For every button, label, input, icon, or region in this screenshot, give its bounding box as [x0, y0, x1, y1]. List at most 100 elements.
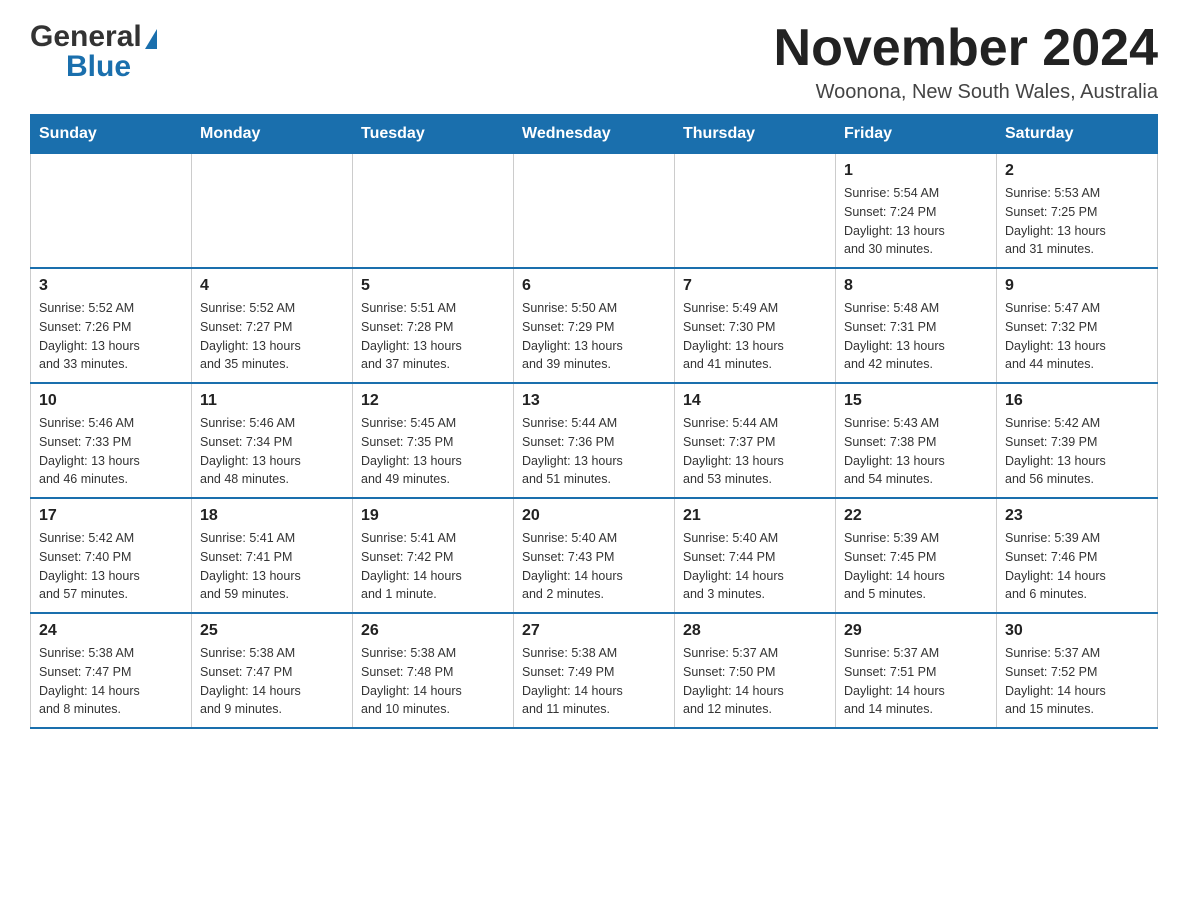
calendar-cell: 20 Sunrise: 5:40 AMSunset: 7:43 PMDayligh… — [514, 498, 675, 613]
day-info: Sunrise: 5:54 AMSunset: 7:24 PMDaylight:… — [844, 184, 988, 259]
day-number: 20 — [522, 507, 666, 525]
calendar-cell: 5 Sunrise: 5:51 AMSunset: 7:28 PMDaylight… — [353, 268, 514, 383]
calendar-week-4: 17 Sunrise: 5:42 AMSunset: 7:40 PMDayligh… — [31, 498, 1158, 613]
calendar-cell: 9 Sunrise: 5:47 AMSunset: 7:32 PMDaylight… — [997, 268, 1158, 383]
day-info: Sunrise: 5:52 AMSunset: 7:27 PMDaylight:… — [200, 299, 344, 374]
calendar-cell: 28 Sunrise: 5:37 AMSunset: 7:50 PMDayligh… — [675, 613, 836, 728]
day-number: 9 — [1005, 277, 1149, 295]
calendar-cell: 21 Sunrise: 5:40 AMSunset: 7:44 PMDayligh… — [675, 498, 836, 613]
calendar-cell: 17 Sunrise: 5:42 AMSunset: 7:40 PMDayligh… — [31, 498, 192, 613]
main-title: November 2024 — [774, 20, 1158, 77]
day-info: Sunrise: 5:37 AMSunset: 7:51 PMDaylight:… — [844, 644, 988, 719]
day-number: 5 — [361, 277, 505, 295]
day-number: 3 — [39, 277, 183, 295]
day-info: Sunrise: 5:38 AMSunset: 7:47 PMDaylight:… — [200, 644, 344, 719]
calendar-cell: 23 Sunrise: 5:39 AMSunset: 7:46 PMDayligh… — [997, 498, 1158, 613]
day-number: 30 — [1005, 622, 1149, 640]
logo-blue-text: Blue — [66, 50, 131, 84]
calendar-cell: 24 Sunrise: 5:38 AMSunset: 7:47 PMDayligh… — [31, 613, 192, 728]
day-number: 28 — [683, 622, 827, 640]
calendar-cell — [353, 154, 514, 269]
day-number: 26 — [361, 622, 505, 640]
calendar-cell: 27 Sunrise: 5:38 AMSunset: 7:49 PMDayligh… — [514, 613, 675, 728]
day-number: 29 — [844, 622, 988, 640]
day-info: Sunrise: 5:38 AMSunset: 7:47 PMDaylight:… — [39, 644, 183, 719]
day-info: Sunrise: 5:37 AMSunset: 7:50 PMDaylight:… — [683, 644, 827, 719]
day-number: 8 — [844, 277, 988, 295]
day-info: Sunrise: 5:40 AMSunset: 7:43 PMDaylight:… — [522, 529, 666, 604]
calendar-week-3: 10Sunrise: 5:46 AMSunset: 7:33 PMDayligh… — [31, 383, 1158, 498]
calendar-cell: 8 Sunrise: 5:48 AMSunset: 7:31 PMDaylight… — [836, 268, 997, 383]
calendar-cell: 2 Sunrise: 5:53 AMSunset: 7:25 PMDaylight… — [997, 154, 1158, 269]
day-info: Sunrise: 5:53 AMSunset: 7:25 PMDaylight:… — [1005, 184, 1149, 259]
day-number: 11 — [200, 392, 344, 410]
calendar-header: SundayMondayTuesdayWednesdayThursdayFrid… — [31, 115, 1158, 154]
calendar-cell — [192, 154, 353, 269]
day-info: Sunrise: 5:41 AMSunset: 7:42 PMDaylight:… — [361, 529, 505, 604]
calendar-cell: 13 Sunrise: 5:44 AMSunset: 7:36 PMDayligh… — [514, 383, 675, 498]
day-info: Sunrise: 5:38 AMSunset: 7:48 PMDaylight:… — [361, 644, 505, 719]
calendar-cell: 16Sunrise: 5:42 AMSunset: 7:39 PMDayligh… — [997, 383, 1158, 498]
calendar-cell: 6 Sunrise: 5:50 AMSunset: 7:29 PMDaylight… — [514, 268, 675, 383]
day-info: Sunrise: 5:51 AMSunset: 7:28 PMDaylight:… — [361, 299, 505, 374]
day-number: 21 — [683, 507, 827, 525]
calendar-cell: 30 Sunrise: 5:37 AMSunset: 7:52 PMDayligh… — [997, 613, 1158, 728]
day-header-friday: Friday — [836, 115, 997, 154]
day-number: 7 — [683, 277, 827, 295]
day-info: Sunrise: 5:42 AMSunset: 7:39 PMDaylight:… — [1005, 414, 1149, 489]
day-info: Sunrise: 5:39 AMSunset: 7:46 PMDaylight:… — [1005, 529, 1149, 604]
day-number: 17 — [39, 507, 183, 525]
day-info: Sunrise: 5:39 AMSunset: 7:45 PMDaylight:… — [844, 529, 988, 604]
day-info: Sunrise: 5:49 AMSunset: 7:30 PMDaylight:… — [683, 299, 827, 374]
logo-general-text: General — [30, 20, 142, 54]
day-info: Sunrise: 5:41 AMSunset: 7:41 PMDaylight:… — [200, 529, 344, 604]
subtitle: Woonona, New South Wales, Australia — [774, 81, 1158, 104]
day-number: 23 — [1005, 507, 1149, 525]
day-info: Sunrise: 5:37 AMSunset: 7:52 PMDaylight:… — [1005, 644, 1149, 719]
day-info: Sunrise: 5:47 AMSunset: 7:32 PMDaylight:… — [1005, 299, 1149, 374]
day-number: 14 — [683, 392, 827, 410]
day-info: Sunrise: 5:42 AMSunset: 7:40 PMDaylight:… — [39, 529, 183, 604]
calendar-week-1: 1Sunrise: 5:54 AMSunset: 7:24 PMDaylight… — [31, 154, 1158, 269]
calendar-cell: 15Sunrise: 5:43 AMSunset: 7:38 PMDayligh… — [836, 383, 997, 498]
calendar-cell: 12 Sunrise: 5:45 AMSunset: 7:35 PMDayligh… — [353, 383, 514, 498]
day-info: Sunrise: 5:48 AMSunset: 7:31 PMDaylight:… — [844, 299, 988, 374]
day-info: Sunrise: 5:40 AMSunset: 7:44 PMDaylight:… — [683, 529, 827, 604]
day-header-tuesday: Tuesday — [353, 115, 514, 154]
day-header-saturday: Saturday — [997, 115, 1158, 154]
calendar-week-2: 3Sunrise: 5:52 AMSunset: 7:26 PMDaylight… — [31, 268, 1158, 383]
day-number: 10 — [39, 392, 183, 410]
calendar-cell: 7 Sunrise: 5:49 AMSunset: 7:30 PMDaylight… — [675, 268, 836, 383]
calendar-cell: 14 Sunrise: 5:44 AMSunset: 7:37 PMDayligh… — [675, 383, 836, 498]
day-header-wednesday: Wednesday — [514, 115, 675, 154]
calendar-cell: 4 Sunrise: 5:52 AMSunset: 7:27 PMDaylight… — [192, 268, 353, 383]
day-info: Sunrise: 5:44 AMSunset: 7:37 PMDaylight:… — [683, 414, 827, 489]
calendar-cell: 11Sunrise: 5:46 AMSunset: 7:34 PMDayligh… — [192, 383, 353, 498]
day-info: Sunrise: 5:45 AMSunset: 7:35 PMDaylight:… — [361, 414, 505, 489]
day-header-monday: Monday — [192, 115, 353, 154]
day-number: 15 — [844, 392, 988, 410]
day-number: 4 — [200, 277, 344, 295]
calendar-cell: 10Sunrise: 5:46 AMSunset: 7:33 PMDayligh… — [31, 383, 192, 498]
calendar-cell: 26 Sunrise: 5:38 AMSunset: 7:48 PMDayligh… — [353, 613, 514, 728]
day-header-sunday: Sunday — [31, 115, 192, 154]
day-info: Sunrise: 5:50 AMSunset: 7:29 PMDaylight:… — [522, 299, 666, 374]
day-info: Sunrise: 5:44 AMSunset: 7:36 PMDaylight:… — [522, 414, 666, 489]
calendar-cell: 18Sunrise: 5:41 AMSunset: 7:41 PMDayligh… — [192, 498, 353, 613]
day-number: 6 — [522, 277, 666, 295]
calendar-cell: 22Sunrise: 5:39 AMSunset: 7:45 PMDayligh… — [836, 498, 997, 613]
calendar-cell — [31, 154, 192, 269]
calendar-cell — [675, 154, 836, 269]
calendar-cell: 1Sunrise: 5:54 AMSunset: 7:24 PMDaylight… — [836, 154, 997, 269]
day-number: 27 — [522, 622, 666, 640]
day-number: 25 — [200, 622, 344, 640]
logo: General Blue — [30, 20, 157, 84]
calendar-cell: 19Sunrise: 5:41 AMSunset: 7:42 PMDayligh… — [353, 498, 514, 613]
day-number: 2 — [1005, 162, 1149, 180]
day-info: Sunrise: 5:38 AMSunset: 7:49 PMDaylight:… — [522, 644, 666, 719]
day-number: 24 — [39, 622, 183, 640]
day-number: 13 — [522, 392, 666, 410]
calendar-cell: 25 Sunrise: 5:38 AMSunset: 7:47 PMDayligh… — [192, 613, 353, 728]
calendar-cell: 3Sunrise: 5:52 AMSunset: 7:26 PMDaylight… — [31, 268, 192, 383]
day-number: 12 — [361, 392, 505, 410]
